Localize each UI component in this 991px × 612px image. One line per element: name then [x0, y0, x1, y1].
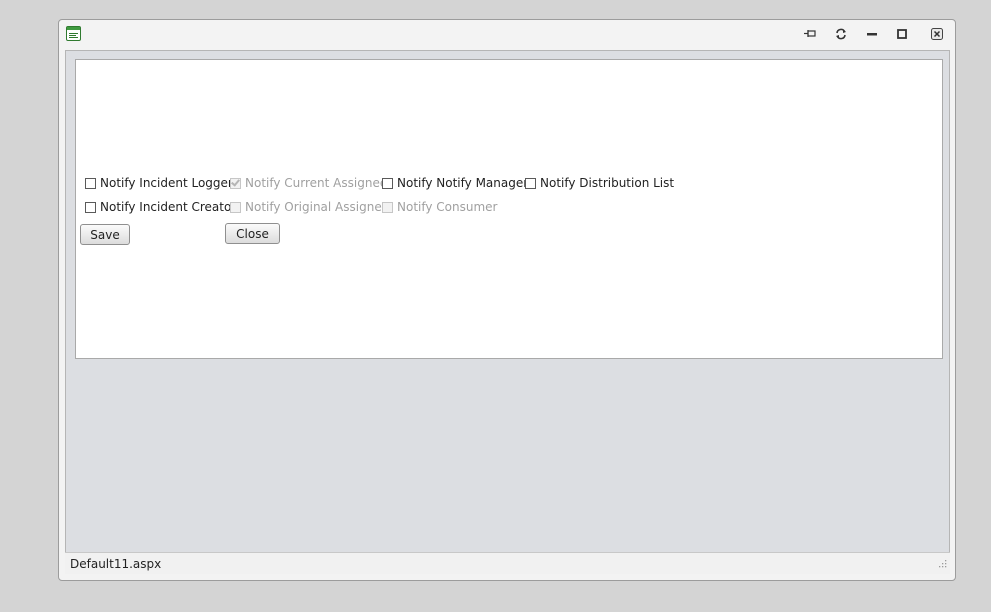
app-icon [66, 26, 81, 41]
checkbox-box[interactable] [382, 177, 393, 189]
notify-distribution-list-checkbox[interactable]: Notify Distribution List [525, 176, 674, 190]
checkbox-box [382, 201, 393, 213]
checkbox-label: Notify Notify Manager [397, 176, 529, 190]
save-button[interactable]: Save [80, 224, 130, 245]
title-bar[interactable] [59, 20, 955, 50]
notify-incident-creator-checkbox[interactable]: Notify Incident Creator [85, 200, 236, 214]
maximize-icon[interactable] [895, 27, 909, 41]
content-area: Notify Incident Logger Notify Current As… [65, 50, 950, 554]
checkbox-box[interactable] [85, 177, 96, 189]
refresh-icon[interactable] [834, 27, 848, 41]
checkbox-box[interactable] [85, 201, 96, 213]
notify-incident-logger-checkbox[interactable]: Notify Incident Logger [85, 176, 233, 190]
checkbox-label: Notify Consumer [397, 200, 498, 214]
resize-grip-icon[interactable] [938, 557, 947, 571]
status-page-name: Default11.aspx [70, 557, 162, 571]
status-bar: Default11.aspx [65, 552, 950, 574]
checkbox-label: Notify Distribution List [540, 176, 675, 190]
checkbox-box[interactable] [525, 177, 536, 189]
notify-current-assignee-checkbox: Notify Current Assignee [230, 176, 387, 190]
notification-panel: Notify Incident Logger Notify Current As… [75, 59, 943, 359]
checkbox-box [230, 176, 241, 189]
close-icon[interactable] [930, 27, 944, 41]
notify-consumer-checkbox: Notify Consumer [382, 200, 497, 214]
checkbox-label: Notify Incident Creator [100, 200, 237, 214]
checkbox-label: Notify Original Assignee [245, 200, 390, 214]
checkbox-label: Notify Incident Logger [100, 176, 233, 190]
dialog-window: Notify Incident Logger Notify Current As… [58, 19, 956, 581]
check-mark-icon [231, 176, 240, 187]
notify-notify-manager-checkbox[interactable]: Notify Notify Manager [382, 176, 528, 190]
minimize-icon[interactable] [865, 27, 879, 41]
checkbox-label: Notify Current Assignee [245, 176, 388, 190]
notify-original-assignee-checkbox: Notify Original Assignee [230, 200, 389, 214]
close-button[interactable]: Close [225, 223, 280, 244]
checkbox-box [230, 201, 241, 213]
pin-icon[interactable] [803, 27, 817, 41]
